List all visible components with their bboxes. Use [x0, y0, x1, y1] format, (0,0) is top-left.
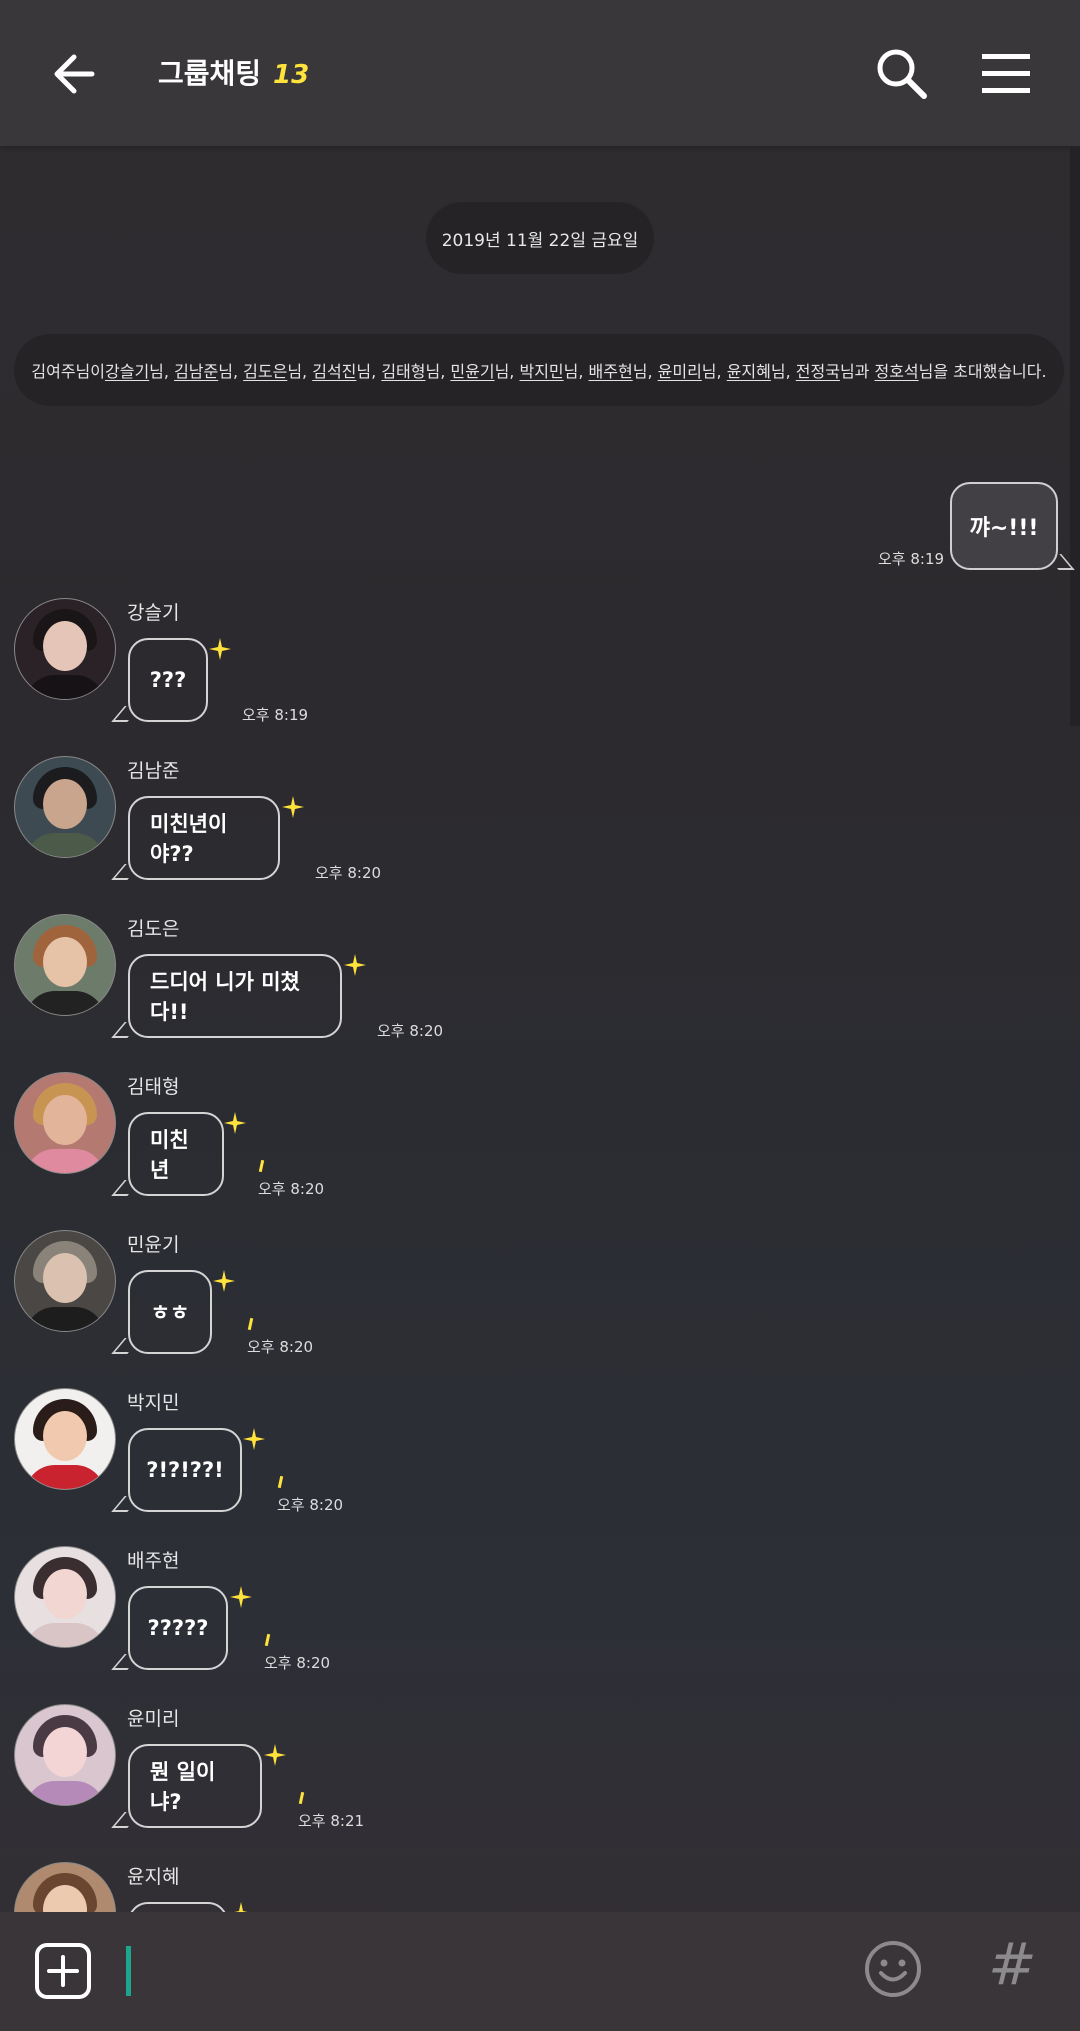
sender-name: 윤지혜 — [127, 1866, 180, 1888]
system-invite-message: 김여주님이 강슬기님, 김남준님, 김도은님, 김석진님, 김태형님, 민윤기님… — [14, 334, 1064, 406]
sparkle-tick — [298, 1791, 305, 1805]
invited-member-suffix: 님, — [218, 362, 244, 381]
message-bubble[interactable]: ??? — [128, 638, 208, 722]
message-bubble[interactable]: ㅎㅎ — [128, 1270, 212, 1354]
avatar[interactable] — [14, 756, 116, 858]
system-message-prefix: 김여주님이 — [31, 362, 105, 381]
sparkle-icon — [230, 1586, 252, 1608]
message-item: 윤미리 뭔 일이냐? 오후 8:21 — [0, 1704, 1080, 1854]
message-bubble[interactable]: ?!?!??! — [128, 1428, 242, 1512]
sender-name: 윤미리 — [127, 1708, 180, 1730]
date-divider: 2019년 11월 22일 금요일 — [426, 202, 654, 274]
avatar[interactable] — [14, 1388, 116, 1490]
sparkle-icon — [344, 954, 366, 976]
avatar[interactable] — [14, 1230, 116, 1332]
invited-member-suffix: 님, — [632, 362, 658, 381]
message-time: 오후 8:21 — [298, 1812, 365, 1830]
invited-member-name: 민윤기 — [450, 362, 495, 381]
chat-title-text: 그룹채팅 — [158, 57, 262, 90]
member-count: 13 — [273, 60, 310, 90]
message-bubble[interactable]: 미친년이야?? — [128, 796, 280, 880]
sparkle-icon — [224, 1112, 246, 1134]
hamburger-menu-icon[interactable] — [978, 46, 1034, 102]
message-time: 오후 8:20 — [247, 1338, 314, 1356]
message-time: 오후 8:20 — [377, 1022, 444, 1040]
message-time: 오후 8:20 — [277, 1496, 344, 1514]
invited-member-name: 전정국 — [795, 362, 840, 381]
sparkle-icon — [213, 1270, 235, 1292]
sender-name: 김남준 — [127, 760, 180, 782]
invited-member-suffix: 님, — [356, 362, 382, 381]
my-message-time: 오후 8:19 — [878, 550, 945, 568]
input-bar: # — [0, 1912, 1080, 2031]
invited-member-suffix: 님, — [287, 362, 313, 381]
invited-member-name: 김태형 — [381, 362, 426, 381]
invited-member-suffix: 님, — [149, 362, 175, 381]
message-item: 박지민 ?!?!??! 오후 8:20 — [0, 1388, 1080, 1538]
avatar[interactable] — [14, 598, 116, 700]
sparkle-tick — [264, 1633, 271, 1647]
message-item: 배주현 ????? 오후 8:20 — [0, 1546, 1080, 1696]
sparkle-icon — [209, 638, 231, 660]
invited-member-suffix: 님, — [425, 362, 451, 381]
sparkle-tick — [247, 1317, 254, 1331]
invited-member-suffix: 님, — [563, 362, 589, 381]
avatar[interactable] — [14, 1704, 116, 1806]
sparkle-icon — [264, 1744, 286, 1766]
my-message-bubble[interactable]: 꺄~!!! — [950, 482, 1058, 570]
avatar[interactable] — [14, 1072, 116, 1174]
smiley-icon[interactable] — [864, 1940, 922, 1998]
message-item: 김도은 드디어 니가 미쳤다!! 오후 8:20 — [0, 914, 1080, 1064]
message-time: 오후 8:20 — [315, 864, 382, 882]
chat-title: 그룹채팅 13 — [158, 52, 309, 92]
avatar[interactable] — [14, 1546, 116, 1648]
invited-member-name: 박지민 — [519, 362, 564, 381]
sparkle-tick — [258, 1159, 265, 1173]
message-bubble[interactable]: 드디어 니가 미쳤다!! — [128, 954, 342, 1038]
invited-member-suffix: 님, — [770, 362, 796, 381]
message-item: 민윤기 ㅎㅎ 오후 8:20 — [0, 1230, 1080, 1380]
message-bubble[interactable]: ????? — [128, 1586, 228, 1670]
invited-member-name: 김석진 — [312, 362, 357, 381]
sender-name: 김태형 — [127, 1076, 180, 1098]
sender-name: 민윤기 — [127, 1234, 180, 1256]
sender-name: 강슬기 — [127, 602, 180, 624]
invited-member-suffix: 님, — [701, 362, 727, 381]
sender-name: 배주현 — [127, 1550, 180, 1572]
invited-member-name: 강슬기 — [105, 362, 150, 381]
invited-member-name: 윤지혜 — [726, 362, 771, 381]
message-item: 강슬기 ??? 오후 8:19 — [0, 598, 1080, 748]
hash-icon[interactable]: # — [988, 1930, 1037, 1998]
top-bar: 그룹채팅 13 — [0, 0, 1080, 146]
search-icon[interactable] — [872, 44, 932, 104]
plus-box-icon[interactable] — [34, 1942, 92, 2000]
invited-member-suffix: 님, — [494, 362, 520, 381]
invited-member-name: 김도은 — [243, 362, 288, 381]
invited-member-name: 윤미리 — [657, 362, 702, 381]
avatar[interactable] — [14, 914, 116, 1016]
message-time: 오후 8:20 — [258, 1180, 325, 1198]
sparkle-tick — [277, 1475, 284, 1489]
message-item: 김남준 미친년이야?? 오후 8:20 — [0, 756, 1080, 906]
invited-member-name: 정호석 — [874, 362, 919, 381]
message-bubble[interactable]: 미친년 — [128, 1112, 224, 1196]
sender-name: 박지민 — [127, 1392, 180, 1414]
sparkle-icon — [282, 796, 304, 818]
invited-member-name: 배주현 — [588, 362, 633, 381]
invited-member-suffix: 님을 초대했습니다. — [918, 362, 1047, 381]
sender-name: 김도은 — [127, 918, 180, 940]
invited-member-suffix: 님과 — [839, 362, 875, 381]
arrow-left-icon[interactable] — [48, 44, 108, 104]
message-time: 오후 8:20 — [264, 1654, 331, 1672]
invited-members: 강슬기님, 김남준님, 김도은님, 김석진님, 김태형님, 민윤기님, 박지민님… — [105, 358, 1047, 382]
sparkle-icon — [243, 1428, 265, 1450]
invited-member-name: 김남준 — [174, 362, 219, 381]
message-time: 오후 8:19 — [242, 706, 309, 724]
message-item: 김태형 미친년 오후 8:20 — [0, 1072, 1080, 1222]
message-bubble[interactable]: 뭔 일이냐? — [128, 1744, 262, 1828]
message-input[interactable] — [126, 1946, 131, 1996]
